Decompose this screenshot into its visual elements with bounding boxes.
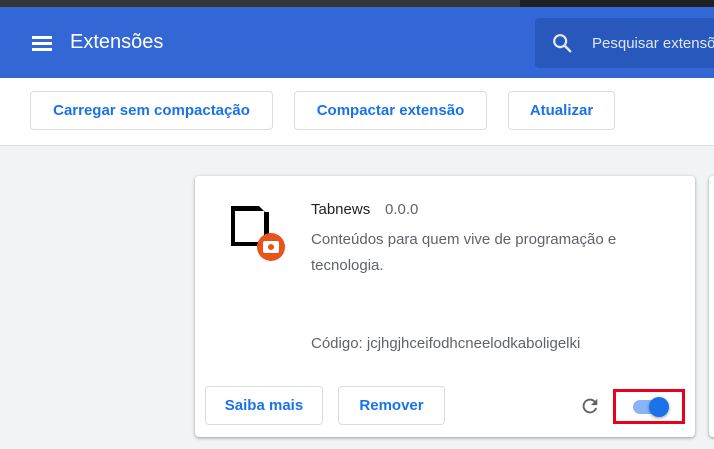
- hamburger-menu-icon[interactable]: [31, 34, 53, 52]
- reload-icon[interactable]: [579, 395, 601, 417]
- search-box[interactable]: [535, 18, 714, 68]
- update-button[interactable]: Atualizar: [508, 91, 615, 130]
- remove-button[interactable]: Remover: [338, 386, 445, 425]
- extension-version: 0.0.0: [385, 201, 419, 218]
- load-unpacked-button[interactable]: Carregar sem compactação: [30, 91, 273, 130]
- developer-toolbar: Carregar sem compactação Compactar exten…: [0, 78, 714, 146]
- unpacked-extension-folder-icon: [231, 206, 285, 261]
- page-title: Extensões: [70, 31, 164, 53]
- search-icon: [553, 34, 572, 53]
- pack-extension-button[interactable]: Compactar extensão: [294, 91, 487, 130]
- extension-card: Tabnews 0.0.0 Conteúdos para quem vive d…: [195, 176, 695, 437]
- browser-window-strip: [0, 0, 714, 7]
- extension-id: Código: jcjhgjhceifodhcneelodkaboligelki: [311, 335, 581, 352]
- highlight-box: [613, 389, 685, 424]
- extension-description: Conteúdos para quem vive de programação …: [311, 231, 617, 274]
- search-input[interactable]: [592, 18, 714, 68]
- browser-tab-edge: [0, 0, 520, 7]
- extension-name: Tabnews: [311, 201, 371, 218]
- extensions-header: Extensões: [0, 7, 714, 78]
- next-extension-card: [709, 176, 714, 437]
- details-button[interactable]: Saiba mais: [205, 386, 323, 425]
